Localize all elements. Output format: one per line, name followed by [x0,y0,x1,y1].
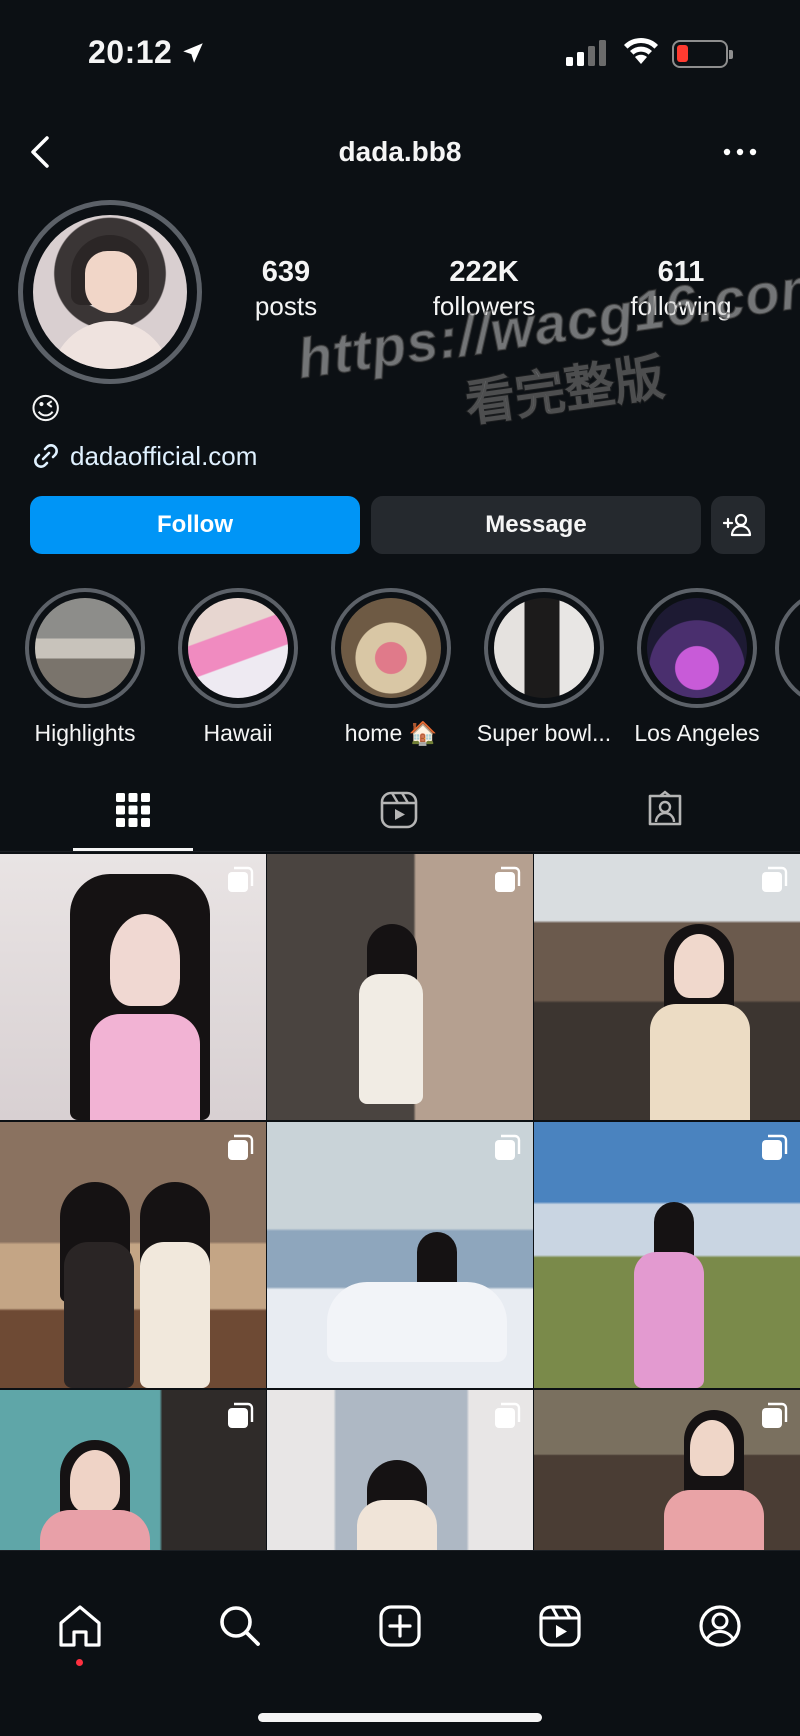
highlight-cover [494,598,594,698]
search-icon[interactable] [215,1601,265,1651]
wifi-icon [624,37,658,64]
create-post-icon[interactable] [375,1601,425,1651]
profile-avatar[interactable] [18,200,202,384]
followers-label: followers [432,291,536,321]
follow-button[interactable]: Follow [30,496,360,554]
highlight-label: Hawaii [203,720,273,746]
post-thumbnail[interactable] [0,1390,266,1550]
multi-post-icon [495,1134,521,1160]
stat-followers[interactable]: 222K followers [414,256,554,322]
highlight-item[interactable]: Highlights [10,588,160,747]
status-time: 20:12 [88,34,173,70]
highlight-cover [341,598,441,698]
profile-tabs [0,778,800,852]
story-highlights: Highlights Hawaii home 🏠 Super bowl... L… [0,588,800,748]
more-options-icon[interactable] [720,142,760,162]
post-thumbnail[interactable] [534,854,800,1120]
bio-text: 😉 [30,393,62,426]
notification-dot [76,1659,83,1666]
profile-username: dada.bb8 [338,136,462,167]
stat-following[interactable]: 611 following [616,256,746,322]
profile-header: dada.bb8 [0,120,800,184]
avatar-photo [33,215,187,369]
multi-post-icon [228,866,254,892]
multi-post-icon [228,1134,254,1160]
highlight-item[interactable]: Los Angeles [622,588,772,747]
stat-posts[interactable]: 639 posts [236,256,336,322]
highlight-cover [647,598,747,698]
add-person-icon [723,513,752,537]
post-thumbnail[interactable] [267,1390,533,1550]
location-arrow-icon [183,43,203,63]
highlight-label: Super bowl... [476,720,612,746]
bottom-navigation [0,1550,800,1736]
posts-label: posts [254,291,318,321]
tab-reels-icon[interactable] [379,790,419,830]
multi-post-icon [495,866,521,892]
highlight-label: Los Angeles [634,720,760,746]
post-thumbnail[interactable] [534,1390,800,1550]
home-icon[interactable] [55,1601,105,1651]
profile-link[interactable]: dadaofficial.com [30,440,257,472]
battery-icon [672,40,733,68]
highlight-item[interactable]: Hawaii [163,588,313,747]
profile-link-text: dadaofficial.com [70,440,258,471]
home-indicator [258,1713,542,1722]
highlight-label: Highlights [34,720,136,746]
link-icon [34,444,58,468]
multi-post-icon [495,1402,521,1428]
multi-post-icon [762,866,788,892]
posts-grid [0,854,800,1550]
highlight-cover [188,598,288,698]
following-count: 611 [657,256,705,288]
highlight-label: home 🏠 [344,720,438,746]
multi-post-icon [762,1134,788,1160]
multi-post-icon [762,1402,788,1428]
post-thumbnail[interactable] [0,854,266,1120]
status-bar: 20:12 [0,0,800,110]
post-thumbnail[interactable] [267,1122,533,1388]
highlight-cover [35,598,135,698]
suggested-accounts-button[interactable] [711,496,765,554]
tab-tagged-icon[interactable] [645,790,685,830]
highlight-item[interactable]: home 🏠 [316,588,466,747]
reels-icon[interactable] [535,1601,585,1651]
highlight-item-partial[interactable] [775,588,800,708]
highlight-item[interactable]: Super bowl... [469,588,619,747]
cellular-signal-icon [566,40,606,66]
following-label: following [630,291,732,321]
post-thumbnail[interactable] [267,854,533,1120]
active-tab-indicator [73,848,193,851]
multi-post-icon [228,1402,254,1428]
posts-count: 639 [261,256,311,288]
profile-icon[interactable] [695,1601,745,1651]
message-button[interactable]: Message [371,496,701,554]
watermark-caption: 看完整版 [461,348,669,433]
post-thumbnail[interactable] [0,1122,266,1388]
followers-count: 222K [449,256,519,288]
tab-grid-icon[interactable] [113,790,153,830]
post-thumbnail[interactable] [534,1122,800,1388]
